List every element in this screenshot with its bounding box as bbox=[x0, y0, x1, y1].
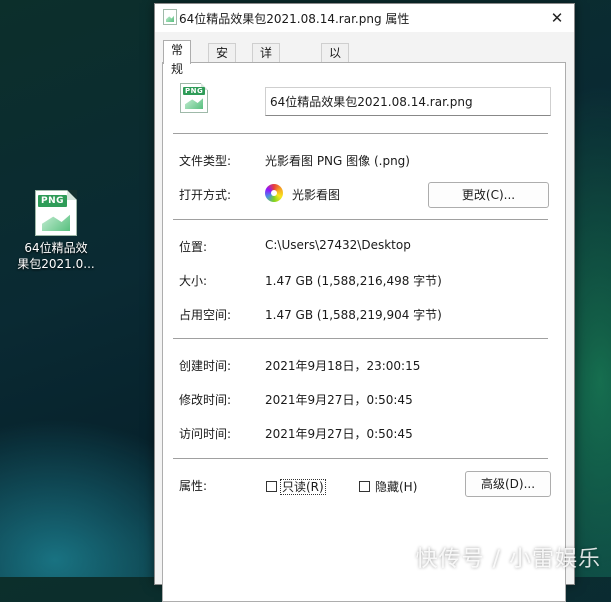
file-type-label: 文件类型: bbox=[179, 154, 232, 168]
hidden-checkbox[interactable] bbox=[359, 481, 370, 492]
advanced-button[interactable]: 高级(D)... bbox=[465, 471, 551, 497]
desktop-file-icon[interactable]: PNG 64位精品效 果包2021.0... bbox=[16, 190, 96, 272]
accessed-label: 访问时间: bbox=[179, 427, 232, 441]
hidden-label[interactable]: 隐藏(H) bbox=[375, 478, 417, 495]
window-title: 64位精品效果包2021.08.14.rar.png 属性 bbox=[179, 12, 410, 26]
watermark: 快传号 / 小雷娱乐 bbox=[415, 547, 601, 572]
size-on-disk-value: 1.47 GB (1,588,219,904 字节) bbox=[265, 308, 442, 322]
file-type-value: 光影看图 PNG 图像 (.png) bbox=[265, 154, 410, 168]
separator bbox=[173, 338, 548, 339]
readonly-label[interactable]: 只读(R) bbox=[280, 478, 326, 495]
size-value: 1.47 GB (1,588,216,498 字节) bbox=[265, 274, 442, 288]
png-file-icon: PNG bbox=[35, 190, 77, 236]
location-label: 位置: bbox=[179, 240, 208, 254]
close-button[interactable]: ✕ bbox=[544, 6, 570, 30]
modified-label: 修改时间: bbox=[179, 393, 232, 407]
png-file-icon bbox=[163, 9, 177, 25]
desktop-file-label: 64位精品效 果包2021.0... bbox=[17, 241, 95, 271]
modified-value: 2021年9月27日，0:50:45 bbox=[265, 393, 413, 407]
change-button[interactable]: 更改(C)... bbox=[428, 182, 549, 208]
created-value: 2021年9月18日，23:00:15 bbox=[265, 359, 421, 373]
open-with-label: 打开方式: bbox=[179, 188, 232, 202]
title-bar[interactable]: 64位精品效果包2021.08.14.rar.png 属性 ✕ bbox=[155, 4, 574, 32]
attributes-label: 属性: bbox=[179, 479, 208, 493]
tab-security[interactable]: 安全 bbox=[208, 43, 237, 79]
tab-details[interactable]: 详细信息 bbox=[252, 43, 281, 117]
png-tag: PNG bbox=[38, 195, 68, 207]
app-icon bbox=[265, 184, 283, 202]
separator bbox=[173, 458, 548, 459]
open-with-app: 光影看图 bbox=[292, 188, 341, 202]
close-icon: ✕ bbox=[550, 9, 564, 27]
tab-general[interactable]: 常规 bbox=[163, 40, 192, 76]
filename-field[interactable]: 64位精品效果包2021.08.14.rar.png bbox=[265, 87, 551, 116]
separator bbox=[173, 133, 548, 134]
properties-dialog: 64位精品效果包2021.08.14.rar.png 属性 ✕ 常规 安全 详细… bbox=[154, 3, 575, 602]
separator bbox=[173, 219, 548, 220]
general-panel: PNG 64位精品效果包2021.08.14.rar.png 文件类型: 光影看… bbox=[162, 62, 566, 602]
readonly-checkbox[interactable] bbox=[266, 481, 277, 492]
size-label: 大小: bbox=[179, 274, 208, 288]
tab-previous-versions[interactable]: 以前的版本 bbox=[321, 43, 350, 136]
png-file-icon: PNG bbox=[180, 83, 208, 113]
created-label: 创建时间: bbox=[179, 359, 232, 373]
location-value: C:\Users\27432\Desktop bbox=[265, 238, 411, 252]
size-on-disk-label: 占用空间: bbox=[179, 308, 232, 322]
accessed-value: 2021年9月27日，0:50:45 bbox=[265, 427, 413, 441]
